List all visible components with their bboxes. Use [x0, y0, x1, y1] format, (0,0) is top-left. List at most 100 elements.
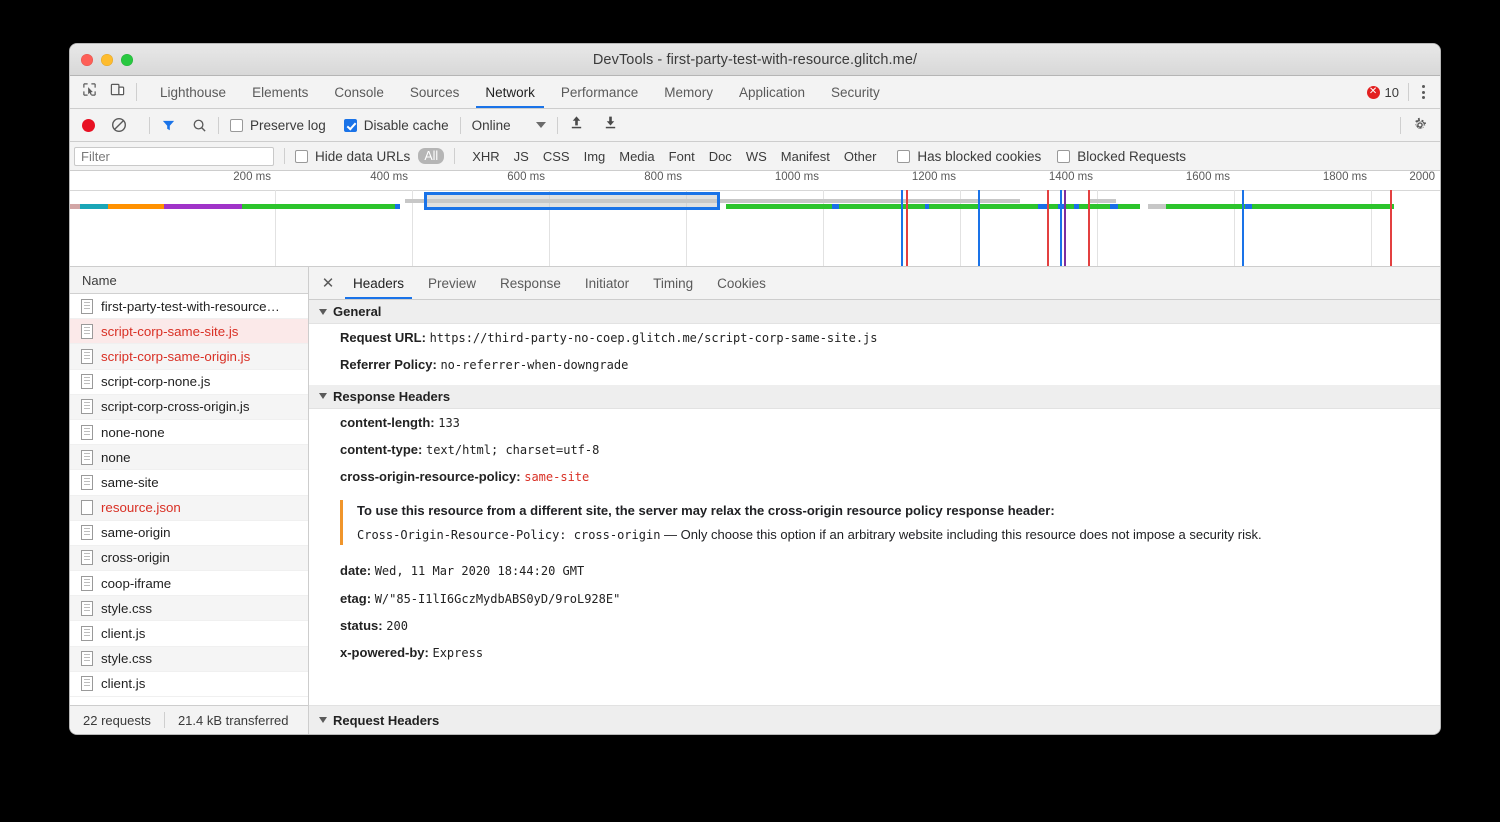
preserve-log-checkbox[interactable]: Preserve log [230, 118, 326, 133]
header-key: Referrer Policy: [340, 357, 437, 372]
traffic-lights [81, 44, 133, 75]
record-button-icon[interactable] [82, 119, 95, 132]
blocked-requests-box[interactable] [1057, 150, 1070, 163]
tab-sources[interactable]: Sources [397, 76, 473, 108]
list-item[interactable]: script-corp-cross-origin.js [70, 395, 308, 420]
section-request-headers[interactable]: Request Headers [309, 705, 1440, 734]
minimize-window-button[interactable] [101, 54, 113, 66]
detail-content[interactable]: General Request URL: https://third-party… [309, 300, 1440, 705]
kebab-menu-icon[interactable] [1418, 85, 1429, 99]
chevron-down-icon [319, 393, 327, 399]
clear-icon[interactable] [111, 117, 127, 133]
export-har-icon[interactable] [603, 115, 618, 135]
hide-data-urls-checkbox[interactable]: Hide data URLs [295, 149, 410, 164]
hide-data-urls-box[interactable] [295, 150, 308, 163]
filter-type-css[interactable]: CSS [536, 148, 577, 165]
filter-type-xhr[interactable]: XHR [465, 148, 506, 165]
filter-type-doc[interactable]: Doc [702, 148, 739, 165]
request-list[interactable]: first-party-test-with-resource… script-c… [70, 294, 308, 705]
tab-network[interactable]: Network [472, 76, 548, 108]
list-item[interactable]: style.css [70, 596, 308, 621]
timeline-event-marker [1060, 190, 1062, 266]
title-bar: DevTools - first-party-test-with-resourc… [70, 44, 1440, 76]
timeline-tick: 2000 [1371, 171, 1439, 190]
tab-preview[interactable]: Preview [416, 267, 488, 299]
tab-application[interactable]: Application [726, 76, 818, 108]
header-value: Express [432, 646, 483, 660]
tab-performance[interactable]: Performance [548, 76, 651, 108]
list-item[interactable]: cross-origin [70, 546, 308, 571]
device-toolbar-icon[interactable] [110, 82, 125, 102]
disable-cache-checkbox[interactable]: Disable cache [344, 118, 449, 133]
list-item[interactable]: same-origin [70, 521, 308, 546]
search-icon[interactable] [192, 118, 207, 133]
header-key: content-length: [340, 415, 435, 430]
list-item[interactable]: script-corp-none.js [70, 370, 308, 395]
request-count: 22 requests [70, 713, 164, 728]
import-har-icon[interactable] [569, 115, 584, 135]
tab-memory[interactable]: Memory [651, 76, 726, 108]
filter-type-js[interactable]: JS [507, 148, 536, 165]
filter-type-other[interactable]: Other [837, 148, 884, 165]
list-item[interactable]: script-corp-same-origin.js [70, 344, 308, 369]
zoom-window-button[interactable] [121, 54, 133, 66]
section-title: General [333, 304, 381, 319]
header-key: cross-origin-resource-policy: [340, 469, 521, 484]
filter-type-img[interactable]: Img [577, 148, 613, 165]
filter-type-all[interactable]: All [418, 148, 444, 164]
tab-response[interactable]: Response [488, 267, 573, 299]
document-icon [81, 676, 93, 691]
list-item[interactable]: same-site [70, 470, 308, 495]
blocked-requests-checkbox[interactable]: Blocked Requests [1057, 149, 1186, 164]
tab-initiator[interactable]: Initiator [573, 267, 641, 299]
timeline-tick: 600 ms [412, 171, 549, 190]
filter-type-media[interactable]: Media [612, 148, 661, 165]
tab-console[interactable]: Console [321, 76, 397, 108]
tab-lighthouse[interactable]: Lighthouse [147, 76, 239, 108]
list-item[interactable]: resource.json [70, 496, 308, 521]
tab-headers[interactable]: Headers [341, 267, 416, 299]
filter-type-ws[interactable]: WS [739, 148, 774, 165]
inspect-element-icon[interactable] [82, 82, 97, 102]
disable-cache-box[interactable] [344, 119, 357, 132]
throttling-select[interactable]: Online [472, 118, 546, 133]
error-count-indicator[interactable]: ✕ 10 [1367, 85, 1399, 100]
gear-icon[interactable] [1412, 117, 1440, 133]
request-name: style.css [101, 651, 152, 666]
has-blocked-cookies-box[interactable] [897, 150, 910, 163]
header-row: Referrer Policy: no-referrer-when-downgr… [309, 351, 1440, 378]
list-item[interactable]: client.js [70, 621, 308, 646]
tab-cookies[interactable]: Cookies [705, 267, 778, 299]
request-name: client.js [101, 676, 145, 691]
tab-timing[interactable]: Timing [641, 267, 705, 299]
timeline-tick: 1800 ms [1234, 171, 1371, 190]
close-window-button[interactable] [81, 54, 93, 66]
list-item[interactable]: style.css [70, 647, 308, 672]
close-icon[interactable]: ✕ [315, 267, 341, 299]
filter-funnel-icon[interactable] [161, 118, 176, 133]
tab-elements[interactable]: Elements [239, 76, 321, 108]
has-blocked-cookies-checkbox[interactable]: Has blocked cookies [897, 149, 1041, 164]
filter-type-manifest[interactable]: Manifest [774, 148, 837, 165]
list-item[interactable]: client.js [70, 672, 308, 697]
timeline-selection-window[interactable] [424, 192, 720, 210]
list-item[interactable]: none-none [70, 420, 308, 445]
overview-band-grey [1148, 204, 1166, 209]
tab-security[interactable]: Security [818, 76, 893, 108]
timeline-event-marker [1047, 190, 1049, 266]
filter-input[interactable]: Filter [74, 147, 274, 166]
timeline-ruler: 200 ms 400 ms 600 ms 800 ms 1000 ms 1200… [70, 171, 1440, 191]
section-general[interactable]: General [309, 300, 1440, 324]
list-item[interactable]: first-party-test-with-resource… [70, 294, 308, 319]
section-response-headers[interactable]: Response Headers [309, 385, 1440, 409]
list-item[interactable]: script-corp-same-site.js [70, 319, 308, 344]
list-item[interactable]: none [70, 445, 308, 470]
toolbar-divider-5 [1400, 117, 1401, 134]
overview-band-green [1166, 204, 1394, 209]
filter-type-font[interactable]: Font [662, 148, 702, 165]
list-item[interactable]: coop-iframe [70, 571, 308, 596]
request-list-header[interactable]: Name [70, 267, 308, 294]
network-overview-timeline[interactable]: 200 ms 400 ms 600 ms 800 ms 1000 ms 1200… [70, 171, 1440, 267]
panel-tabs: Lighthouse Elements Console Sources Netw… [137, 76, 893, 108]
preserve-log-box[interactable] [230, 119, 243, 132]
